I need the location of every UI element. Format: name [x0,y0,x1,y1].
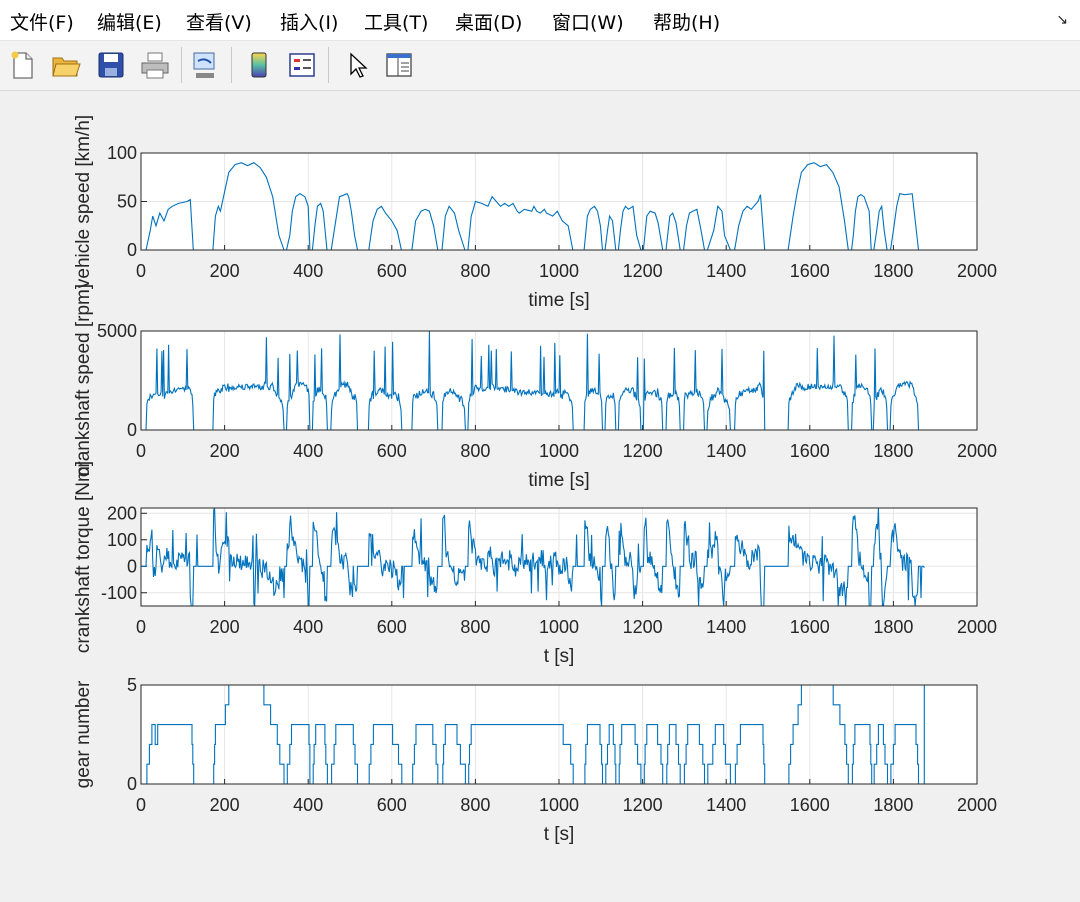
subplot-4: 0 200 400 600 800 1000 1200 1400 1600 1800 2000 0 5 t… [73,675,997,845]
x-tick-label: 1600 [790,261,830,281]
x-tick-label: 200 [210,795,240,815]
x-tick-label: 1400 [706,795,746,815]
x-tick-label: 400 [293,795,323,815]
x-tick-label: 600 [377,261,407,281]
x-tick-label: 800 [460,441,490,461]
x-tick-label: 0 [136,795,146,815]
x-tick-label: 800 [460,795,490,815]
x-tick-label: 600 [377,617,407,637]
new-figure-icon[interactable] [6,49,38,81]
x-tick-label: 1400 [706,617,746,637]
x-tick-label: 1000 [539,617,579,637]
x-tick-label: 2000 [957,795,997,815]
legend-icon[interactable] [286,49,318,81]
menu-tools[interactable]: 工具(T) [364,8,428,35]
x-tick-label: 1800 [873,617,913,637]
x-tick-label: 0 [136,617,146,637]
x-axis-label: t [s] [544,646,575,667]
pointer-icon[interactable] [342,49,374,81]
toolbar [0,41,1080,91]
x-tick-label: 1000 [539,795,579,815]
subplot-3: 0 200 400 600 800 1000 1200 1400 1600 1800 2000-10… [73,461,997,667]
x-tick-label: 200 [210,261,240,281]
subplot-1: 0 200 400 600 800 1000 1200 1400 1600 1800 2000 0 50… [73,115,997,311]
x-axis-label: t [s] [544,824,575,845]
colorbar-icon[interactable] [243,49,275,81]
y-tick-label: 5 [127,675,137,695]
toolbar-separator [328,47,329,83]
x-tick-label: 2000 [957,441,997,461]
x-tick-label: 0 [136,441,146,461]
x-tick-label: 1600 [790,617,830,637]
x-tick-label: 1400 [706,261,746,281]
x-tick-label: 600 [377,795,407,815]
x-tick-label: 1000 [539,261,579,281]
x-tick-label: 1800 [873,441,913,461]
print-icon[interactable] [139,49,171,81]
x-tick-label: 1800 [873,795,913,815]
menu-insert[interactable]: 插入(I) [280,8,338,35]
y-tick-label: 100 [107,143,137,163]
y-axis-label: crankshaft torque [Nm] [73,461,94,653]
x-tick-label: 2000 [957,617,997,637]
menu-file[interactable]: 文件(F) [10,8,74,35]
figure-canvas: 0 200 400 600 800 1000 1200 1400 1600 1800 2000050… [73,115,997,845]
x-tick-label: 1200 [623,261,663,281]
x-tick-label: 1200 [623,441,663,461]
menu-bar: 文件(F) 编辑(E) 查看(V) 插入(I) 工具(T) 桌面(D) 窗口(W… [0,0,1080,41]
x-axis-label: time [s] [528,290,589,311]
menu-desktop[interactable]: 桌面(D) [455,8,522,35]
x-tick-label: 400 [293,261,323,281]
y-tick-label: 100 [107,530,137,550]
x-tick-label: 1600 [790,441,830,461]
y-tick-label: 0 [127,556,137,576]
x-tick-label: 600 [377,441,407,461]
x-tick-label: 400 [293,441,323,461]
x-tick-label: 200 [210,617,240,637]
x-tick-label: 800 [460,261,490,281]
y-tick-label: 50 [117,192,137,212]
y-tick-label: 5000 [97,321,137,341]
x-tick-label: 1200 [623,617,663,637]
y-tick-label: -100 [101,583,137,603]
menu-window[interactable]: 窗口(W) [552,8,624,35]
y-tick-label: 0 [127,774,137,794]
menu-view[interactable]: 查看(V) [186,8,252,35]
x-tick-label: 1400 [706,441,746,461]
x-tick-label: 200 [210,441,240,461]
x-tick-label: 0 [136,261,146,281]
x-tick-label: 2000 [957,261,997,281]
y-tick-label: 200 [107,503,137,523]
property-inspector-icon[interactable] [383,49,415,81]
y-tick-label: 0 [127,420,137,440]
x-tick-label: 1200 [623,795,663,815]
x-tick-label: 400 [293,617,323,637]
x-axis-label: time [s] [528,470,589,491]
y-axis-label: vehicle speed [km/h] [73,115,94,288]
toolbar-separator [231,47,232,83]
y-tick-label: 0 [127,240,137,260]
dock-arrow-icon[interactable]: ↘ [1056,12,1068,28]
x-tick-label: 1600 [790,795,830,815]
toolbar-separator [181,47,182,83]
y-axis-label: gear number [73,680,94,788]
link-plot-icon[interactable] [189,49,221,81]
menu-help[interactable]: 帮助(H) [653,8,720,35]
save-icon[interactable] [95,49,127,81]
x-tick-label: 800 [460,617,490,637]
subplot-2: 0 200 400 600 800 1000 1200 1400 1600 1800 2000 0 50… [73,284,997,491]
x-tick-label: 1800 [873,261,913,281]
x-tick-label: 1000 [539,441,579,461]
y-axis-label: crankshaft speed [rpm] [73,284,94,477]
open-folder-icon[interactable] [50,49,82,81]
menu-edit[interactable]: 编辑(E) [97,8,162,35]
